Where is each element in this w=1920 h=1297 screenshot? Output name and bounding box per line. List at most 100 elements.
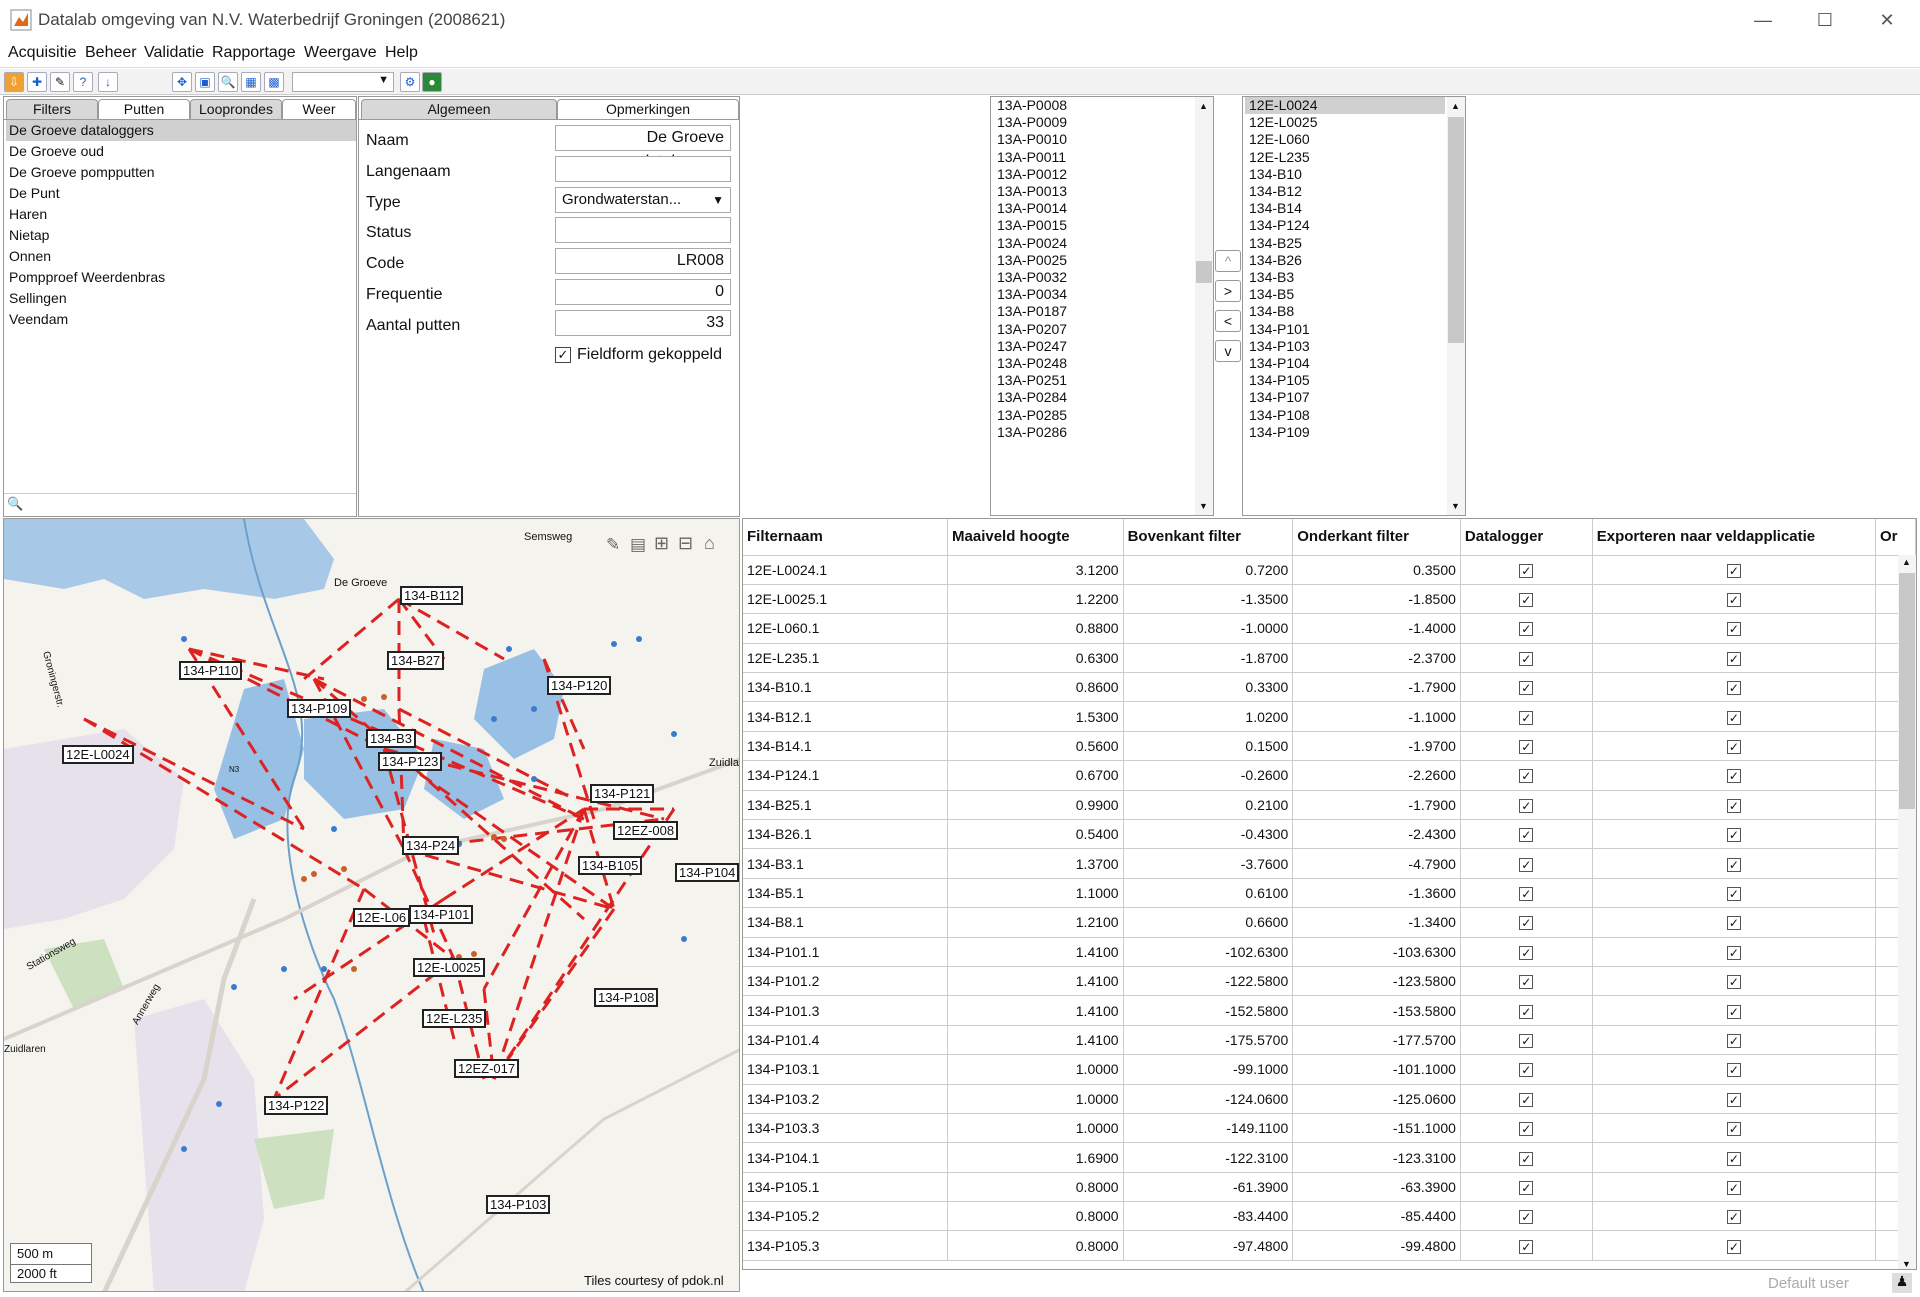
table-row[interactable]: 12E-L0024.1 3.1200 0.7200 0.3500 ✓ ✓ bbox=[743, 555, 1916, 585]
table-cell[interactable]: -0.2600 bbox=[1123, 760, 1294, 791]
settings-icon[interactable]: ⚙ bbox=[400, 72, 420, 92]
table-cell[interactable]: 134-P105.2 bbox=[743, 1201, 949, 1232]
map-well-label[interactable]: 134-B27 bbox=[387, 651, 445, 670]
fieldform-checkbox[interactable]: ✓ bbox=[555, 347, 571, 363]
list-item[interactable]: 134-P101 bbox=[1249, 321, 1310, 338]
table-cell[interactable]: 0.8000 bbox=[947, 1230, 1124, 1261]
table-row[interactable]: 134-P101.4 1.4100 -175.5700 -177.5700 ✓ ✓ bbox=[743, 1025, 1916, 1056]
export-checkbox[interactable]: ✓ bbox=[1726, 769, 1741, 784]
scroll-up-icon[interactable]: ▲ bbox=[1199, 101, 1208, 111]
list-item[interactable]: 12E-L0025 bbox=[1249, 114, 1318, 131]
minimize-button[interactable]: — bbox=[1740, 6, 1786, 34]
scroll-down-icon[interactable]: ▼ bbox=[1902, 1259, 1911, 1269]
list-item[interactable]: 134-P109 bbox=[1249, 424, 1310, 441]
table-cell[interactable]: -102.6300 bbox=[1123, 937, 1294, 967]
table-cell[interactable]: -0.4300 bbox=[1123, 819, 1294, 850]
table-cell[interactable]: 134-B26.1 bbox=[743, 819, 949, 850]
table-row[interactable]: 134-B12.1 1.5300 1.0200 -1.1000 ✓ ✓ bbox=[743, 701, 1916, 732]
table-row[interactable]: 134-P101.3 1.4100 -152.5800 -153.5800 ✓ ✓ bbox=[743, 995, 1916, 1026]
menu-validatie[interactable]: Validatie bbox=[144, 44, 204, 62]
table-cell[interactable]: -99.4800 bbox=[1292, 1230, 1461, 1261]
column-header[interactable]: Filternaam bbox=[743, 519, 949, 556]
table-cell[interactable]: 134-B5.1 bbox=[743, 878, 949, 909]
home-icon[interactable]: ⌂ bbox=[704, 533, 715, 554]
table-cell[interactable]: 134-P101.1 bbox=[743, 937, 949, 967]
list-item[interactable]: De Punt bbox=[9, 183, 60, 204]
close-button[interactable]: ✕ bbox=[1864, 6, 1910, 34]
list-item[interactable]: Sellingen bbox=[9, 288, 67, 309]
list-item[interactable]: 13A-P0034 bbox=[997, 286, 1067, 303]
table-cell[interactable]: 0.8800 bbox=[947, 613, 1124, 644]
arrow-down-icon[interactable]: ↓ bbox=[98, 72, 118, 92]
table-cell[interactable]: -1.7900 bbox=[1292, 790, 1461, 821]
table-cell[interactable]: -1.8500 bbox=[1292, 584, 1461, 615]
list-item[interactable]: Haren bbox=[9, 204, 47, 225]
table-cell[interactable]: 1.2200 bbox=[947, 584, 1124, 615]
list-item[interactable]: 13A-P0024 bbox=[997, 235, 1067, 252]
list-item[interactable]: 12E-L0024 bbox=[1245, 97, 1445, 114]
table-row[interactable]: 134-P103.3 1.0000 -149.1100 -151.1000 ✓ ✓ bbox=[743, 1113, 1916, 1144]
export-checkbox[interactable]: ✓ bbox=[1726, 710, 1741, 725]
column-header[interactable]: Onderkant filter bbox=[1292, 519, 1461, 556]
table-cell[interactable]: 134-P101.4 bbox=[743, 1025, 949, 1056]
list-item[interactable]: 134-B5 bbox=[1249, 286, 1294, 303]
list-item[interactable]: Pompproef Weerdenbras bbox=[9, 267, 165, 288]
table-cell[interactable]: -122.5800 bbox=[1123, 966, 1294, 997]
table-cell[interactable]: 0.6100 bbox=[1123, 878, 1294, 909]
export-checkbox[interactable]: ✓ bbox=[1726, 916, 1741, 931]
datalogger-checkbox[interactable]: ✓ bbox=[1519, 828, 1534, 843]
menu-rapportage[interactable]: Rapportage bbox=[212, 44, 296, 62]
scrollbar[interactable]: ▲ ▼ bbox=[1195, 97, 1213, 515]
list-item[interactable]: Veendam bbox=[9, 309, 68, 330]
list-item[interactable]: 13A-P0207 bbox=[997, 321, 1067, 338]
tab-looprondes[interactable]: Looprondes bbox=[190, 99, 282, 119]
available-wells-list[interactable]: 13A-P0008 13A-P0009 13A-P0010 13A-P0011 13A-… bbox=[990, 96, 1214, 516]
column-header[interactable]: Exporteren naar veldapplicatie bbox=[1592, 519, 1877, 556]
filter-search-field[interactable]: 🔍 bbox=[4, 493, 356, 516]
help-icon[interactable]: ? bbox=[73, 72, 93, 92]
export-checkbox[interactable]: ✓ bbox=[1726, 622, 1741, 637]
map-view[interactable]: De Groeve Semsweg Zuidla Groningerstr. S… bbox=[3, 518, 740, 1292]
edit-icon[interactable]: ✎ bbox=[606, 535, 620, 555]
table-cell[interactable]: 0.6300 bbox=[947, 643, 1124, 674]
table-cell[interactable]: 134-P124.1 bbox=[743, 760, 949, 791]
datalogger-checkbox[interactable]: ✓ bbox=[1519, 916, 1534, 931]
table-cell[interactable]: -99.1000 bbox=[1123, 1054, 1294, 1085]
list-item[interactable]: 134-P124 bbox=[1249, 217, 1310, 234]
datalogger-checkbox[interactable]: ✓ bbox=[1519, 1239, 1534, 1254]
table-cell[interactable]: -1.3600 bbox=[1292, 878, 1461, 909]
list-item[interactable]: 13A-P0008 bbox=[997, 97, 1067, 114]
list-item[interactable]: 12E-L235 bbox=[1249, 149, 1310, 166]
datalogger-checkbox[interactable]: ✓ bbox=[1519, 945, 1534, 960]
export-checkbox[interactable]: ✓ bbox=[1726, 740, 1741, 755]
table-cell[interactable]: -2.3700 bbox=[1292, 643, 1461, 674]
table-cell[interactable]: 134-B10.1 bbox=[743, 672, 949, 703]
table-cell[interactable]: 1.0000 bbox=[947, 1084, 1124, 1114]
map-well-label[interactable]: 12E-L0025 bbox=[413, 958, 485, 977]
datalogger-checkbox[interactable]: ✓ bbox=[1519, 740, 1534, 755]
table-cell[interactable]: 0.8600 bbox=[947, 672, 1124, 703]
table-row[interactable]: 134-B26.1 0.5400 -0.4300 -2.4300 ✓ ✓ bbox=[743, 819, 1916, 850]
user-icon[interactable]: ♟ bbox=[1892, 1273, 1912, 1293]
map-well-label[interactable]: 134-P110 bbox=[179, 661, 243, 680]
naam-input[interactable]: De Groeve dataloggers bbox=[555, 125, 731, 170]
map-well-label[interactable]: 12E-L0024 bbox=[62, 745, 134, 764]
export-checkbox[interactable]: ✓ bbox=[1726, 1063, 1741, 1078]
scrollbar[interactable]: ▲ ▼ bbox=[1898, 555, 1916, 1269]
table-cell[interactable]: 1.4100 bbox=[947, 966, 1124, 997]
export-checkbox[interactable]: ✓ bbox=[1726, 593, 1741, 608]
table-cell[interactable]: 0.5400 bbox=[947, 819, 1124, 850]
datalogger-checkbox[interactable]: ✓ bbox=[1519, 1092, 1534, 1107]
table-cell[interactable]: -85.4400 bbox=[1292, 1201, 1461, 1232]
export-checkbox[interactable]: ✓ bbox=[1726, 945, 1741, 960]
export-checkbox[interactable]: ✓ bbox=[1726, 1033, 1741, 1048]
column-header[interactable]: Bovenkant filter bbox=[1123, 519, 1294, 556]
datalogger-checkbox[interactable]: ✓ bbox=[1519, 975, 1534, 990]
table-cell[interactable]: -4.7900 bbox=[1292, 848, 1461, 879]
column-header[interactable]: Maaiveld hoogte bbox=[947, 519, 1124, 556]
table-cell[interactable]: 1.5300 bbox=[947, 701, 1124, 732]
list-item[interactable]: 134-B25 bbox=[1249, 235, 1302, 252]
table-cell[interactable]: -1.8700 bbox=[1123, 643, 1294, 674]
table-cell[interactable]: 1.4100 bbox=[947, 995, 1124, 1026]
table-cell[interactable]: -153.5800 bbox=[1292, 995, 1461, 1026]
